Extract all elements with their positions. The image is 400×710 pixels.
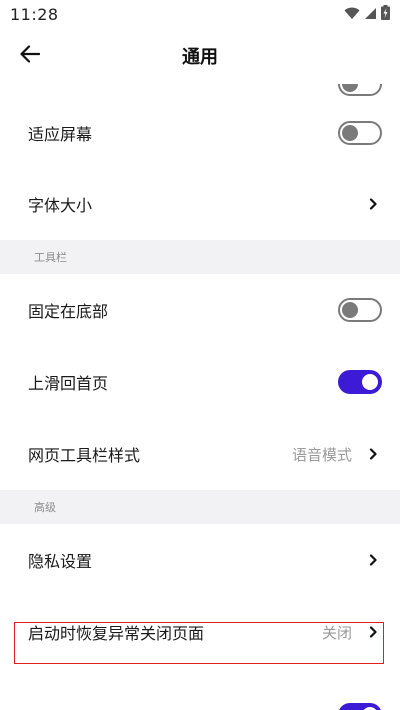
toggle-partial-top[interactable] (338, 84, 382, 96)
fit-screen-toggle[interactable] (338, 121, 382, 145)
setting-swipe-home[interactable]: 上滑回首页 (0, 346, 400, 418)
pin-bottom-toggle[interactable] (338, 298, 382, 322)
toggle-knob (362, 373, 378, 390)
back-button[interactable] (14, 40, 46, 72)
setting-label: 适应屏幕 (28, 125, 93, 144)
setting-label: 字体大小 (28, 196, 93, 215)
section-header-advanced: 高级 (0, 490, 400, 524)
toggle-knob (342, 124, 358, 141)
setting-value: 语音模式 (291, 445, 352, 464)
setting-label: 启动时恢复异常关闭页面 (28, 624, 205, 643)
wifi-icon (344, 5, 360, 24)
setting-label: 隐私设置 (28, 552, 93, 571)
setting-privacy[interactable]: 隐私设置 (0, 524, 400, 596)
toggle-knob (342, 301, 358, 318)
partial-bottom-toggle-wrap (338, 703, 382, 710)
setting-toolbar-style[interactable]: 网页工具栏样式 语音模式 (0, 418, 400, 490)
toggle-partial-bottom[interactable] (338, 703, 382, 710)
chevron-right-icon (368, 553, 378, 567)
arrow-left-icon (20, 45, 41, 67)
app-bar: 通用 (0, 28, 400, 84)
signal-icon (364, 5, 377, 24)
toggle-knob (362, 706, 378, 710)
toggle-knob (342, 84, 358, 92)
setting-label: 固定在底部 (28, 302, 109, 321)
page-title: 通用 (182, 47, 218, 68)
setting-restore-pages[interactable]: 启动时恢复异常关闭页面 关闭 (0, 596, 400, 668)
setting-value: 关闭 (321, 623, 352, 642)
setting-fit-screen[interactable]: 适应屏幕 (0, 98, 400, 168)
chevron-right-icon (368, 625, 378, 639)
chevron-right-icon (368, 447, 378, 461)
settings-list: 适应屏幕 字体大小 工具栏 固定在底部 上滑回首页 网页工具栏样式 语音模式 高… (0, 84, 400, 668)
chevron-right-icon (368, 197, 378, 211)
list-item-partial-top (0, 84, 400, 98)
status-time: 11:28 (10, 4, 59, 24)
swipe-home-toggle[interactable] (338, 370, 382, 394)
section-header-toolbar: 工具栏 (0, 240, 400, 274)
setting-pin-bottom[interactable]: 固定在底部 (0, 274, 400, 346)
status-bar: 11:28 (0, 0, 400, 28)
setting-label: 网页工具栏样式 (28, 446, 141, 465)
battery-icon (381, 4, 390, 24)
setting-font-size[interactable]: 字体大小 (0, 168, 400, 240)
status-icons (344, 4, 390, 24)
setting-label: 上滑回首页 (28, 374, 109, 393)
